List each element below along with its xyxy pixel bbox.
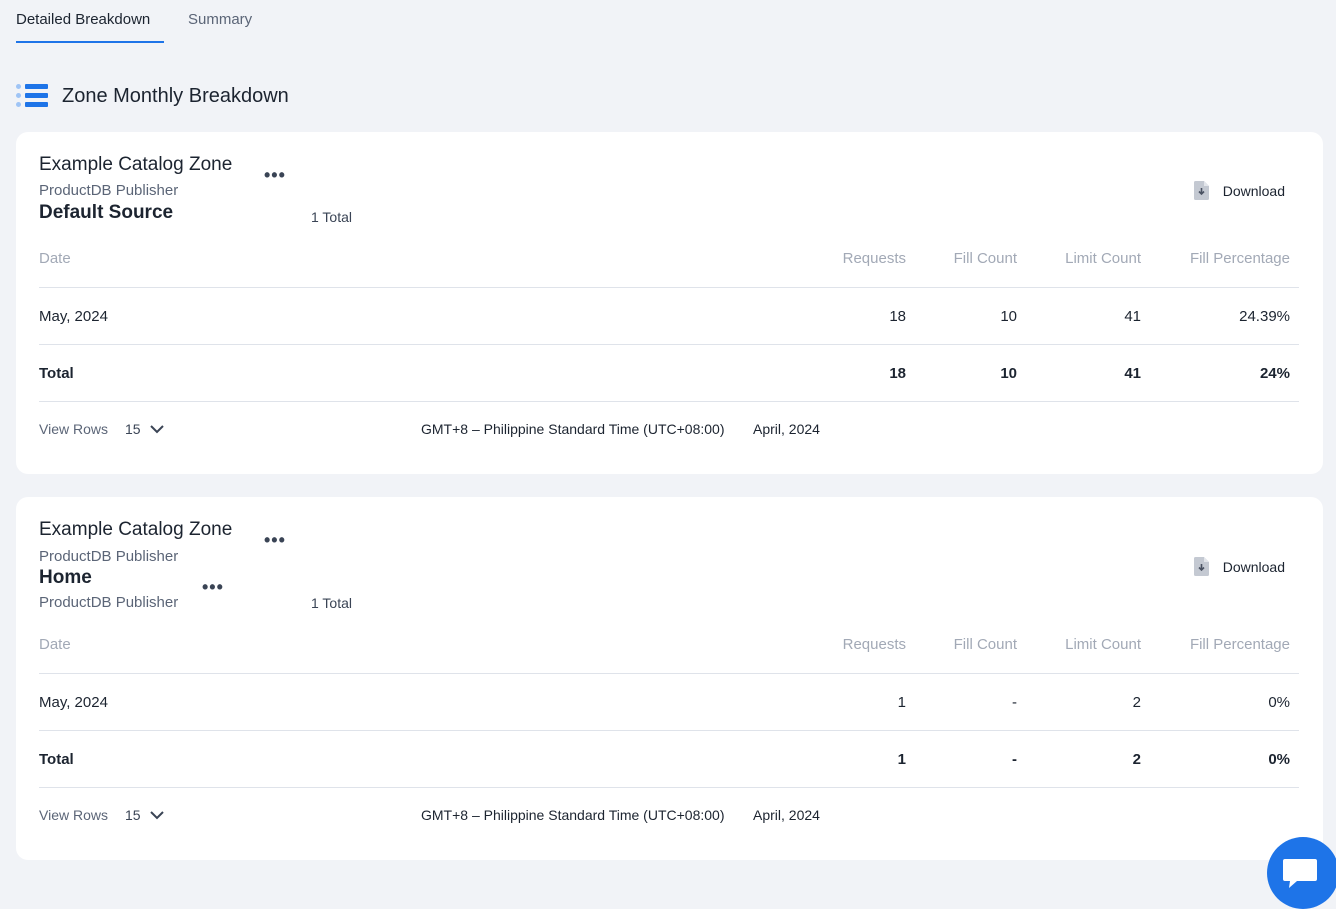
cell-fill-count: - xyxy=(1012,694,1017,711)
chevron-down-icon[interactable] xyxy=(149,419,165,439)
list-icon xyxy=(16,82,48,110)
total-limit-count: 2 xyxy=(1132,751,1141,768)
tab-summary[interactable]: Summary xyxy=(188,0,252,43)
tab-bar: Detailed Breakdown Summary xyxy=(16,0,276,44)
ellipsis-icon: ••• xyxy=(264,165,286,185)
zone-more-menu[interactable]: ••• xyxy=(264,531,286,549)
section-title: Zone Monthly Breakdown xyxy=(62,84,289,107)
table-row: May, 2024 1 - 2 0% xyxy=(39,674,1299,731)
source-name: Home xyxy=(39,567,92,588)
total-fill-count: - xyxy=(1012,751,1017,768)
chevron-down-icon[interactable] xyxy=(149,805,165,825)
cell-fill-count: 10 xyxy=(1000,308,1017,325)
table-footer: View Rows 15 GMT+8 – Philippine Standard… xyxy=(39,807,1299,831)
view-rows-label: View Rows xyxy=(39,421,108,437)
table-row: May, 2024 18 10 41 24.39% xyxy=(39,288,1299,345)
total-limit-count: 41 xyxy=(1124,365,1141,382)
zone-publisher: ProductDB Publisher xyxy=(39,182,179,199)
breakdown-table: Date Requests Fill Count Limit Count Fil… xyxy=(39,628,1299,788)
total-row: Total 18 10 41 24% xyxy=(39,345,1299,402)
download-label: Download xyxy=(1222,558,1285,575)
timezone-label: GMT+8 – Philippine Standard Time (UTC+08… xyxy=(421,807,725,823)
ellipsis-icon: ••• xyxy=(202,577,224,597)
zone-name: Example Catalog Zone xyxy=(39,154,233,175)
source-more-menu[interactable]: ••• xyxy=(202,578,224,596)
view-rows-select[interactable]: 15 xyxy=(125,807,141,823)
chat-bubble-icon xyxy=(1283,859,1317,888)
zone-publisher: ProductDB Publisher xyxy=(39,548,179,565)
total-count: 1 Total xyxy=(311,209,352,225)
total-requests: 1 xyxy=(897,751,906,768)
total-row: Total 1 - 2 0% xyxy=(39,731,1299,788)
timezone-label: GMT+8 – Philippine Standard Time (UTC+08… xyxy=(421,421,725,437)
view-rows-select[interactable]: 15 xyxy=(125,421,141,437)
zone-name: Example Catalog Zone xyxy=(39,519,233,540)
total-label: Total xyxy=(39,751,74,768)
total-fill-percentage: 24% xyxy=(1259,365,1290,382)
view-rows-label: View Rows xyxy=(39,807,108,823)
zone-more-menu[interactable]: ••• xyxy=(264,166,286,184)
download-label: Download xyxy=(1222,182,1285,199)
cell-requests: 18 xyxy=(889,308,906,325)
col-date: Date xyxy=(39,636,71,653)
download-button[interactable]: Download xyxy=(1193,181,1285,200)
ellipsis-icon: ••• xyxy=(264,530,286,550)
total-fill-percentage: 0% xyxy=(1268,751,1290,768)
download-file-icon xyxy=(1193,181,1209,200)
col-limit-count: Limit Count xyxy=(1065,636,1141,653)
source-name: Default Source xyxy=(39,202,174,223)
month-label: April, 2024 xyxy=(753,421,820,437)
cell-fill-percentage: 24.39% xyxy=(1239,308,1290,325)
cell-requests: 1 xyxy=(897,694,906,711)
total-count: 1 Total xyxy=(311,595,352,611)
cell-date: May, 2024 xyxy=(39,308,108,325)
col-date: Date xyxy=(39,250,71,267)
tab-detailed-breakdown[interactable]: Detailed Breakdown xyxy=(16,0,164,43)
cell-fill-percentage: 0% xyxy=(1268,694,1290,711)
breakdown-table: Date Requests Fill Count Limit Count Fil… xyxy=(39,242,1299,402)
table-header: Date Requests Fill Count Limit Count Fil… xyxy=(39,242,1299,288)
chat-launcher-button[interactable] xyxy=(1267,837,1336,909)
col-fill-percentage: Fill Percentage xyxy=(1189,250,1290,267)
col-fill-count: Fill Count xyxy=(953,250,1017,267)
cell-limit-count: 2 xyxy=(1132,694,1141,711)
total-requests: 18 xyxy=(889,365,906,382)
cell-limit-count: 41 xyxy=(1124,308,1141,325)
col-limit-count: Limit Count xyxy=(1065,250,1141,267)
download-file-icon xyxy=(1193,557,1209,576)
cell-date: May, 2024 xyxy=(39,694,108,711)
month-label: April, 2024 xyxy=(753,807,820,823)
total-label: Total xyxy=(39,365,74,382)
section-header: Zone Monthly Breakdown xyxy=(16,82,289,110)
table-header: Date Requests Fill Count Limit Count Fil… xyxy=(39,628,1299,674)
zone-card: Example Catalog Zone ••• ProductDB Publi… xyxy=(16,497,1323,860)
source-publisher: ProductDB Publisher xyxy=(39,594,179,611)
download-button[interactable]: Download xyxy=(1193,557,1285,576)
table-footer: View Rows 15 GMT+8 – Philippine Standard… xyxy=(39,421,1299,445)
col-fill-count: Fill Count xyxy=(953,636,1017,653)
col-requests: Requests xyxy=(842,636,906,653)
zone-card: Example Catalog Zone ••• ProductDB Publi… xyxy=(16,132,1323,474)
col-fill-percentage: Fill Percentage xyxy=(1189,636,1290,653)
col-requests: Requests xyxy=(842,250,906,267)
total-fill-count: 10 xyxy=(1000,365,1017,382)
